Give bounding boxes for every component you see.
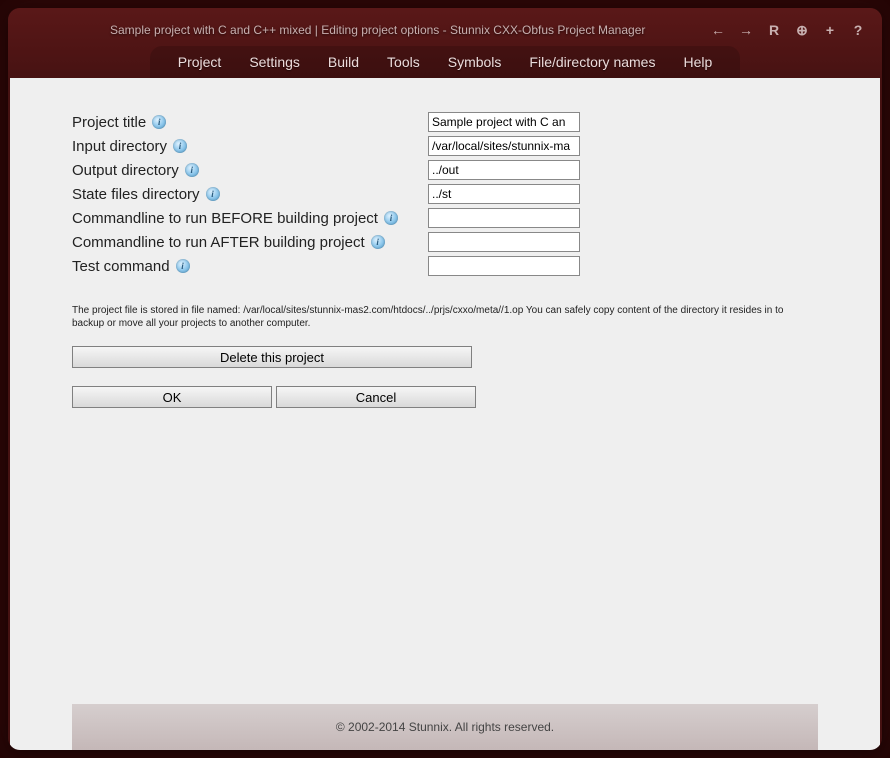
ok-button[interactable]: OK xyxy=(72,386,272,408)
input-directory-field[interactable] xyxy=(428,136,580,156)
footer-text: © 2002-2014 Stunnix. All rights reserved… xyxy=(336,720,554,734)
info-icon[interactable]: i xyxy=(176,259,190,273)
project-file-note: The project file is stored in file named… xyxy=(72,304,812,330)
label-state-files-directory: State files directory xyxy=(72,186,200,203)
reload-icon[interactable]: R xyxy=(766,22,782,38)
app-backdrop: Sample project with C and C++ mixed | Ed… xyxy=(0,0,890,758)
menu-symbols[interactable]: Symbols xyxy=(444,52,506,72)
label-input-directory: Input directory xyxy=(72,138,167,155)
label-project-title: Project title xyxy=(72,114,146,131)
footer: © 2002-2014 Stunnix. All rights reserved… xyxy=(72,704,818,750)
menu-build[interactable]: Build xyxy=(324,52,363,72)
info-icon[interactable]: i xyxy=(206,187,220,201)
page-title: Sample project with C and C++ mixed | Ed… xyxy=(110,23,645,37)
label-test-command: Test command xyxy=(72,258,170,275)
back-icon[interactable]: ← xyxy=(710,22,726,38)
menubar: Project Settings Build Tools Symbols Fil… xyxy=(150,46,741,78)
form: Project title i Input directory i Output… xyxy=(72,110,818,278)
label-output-directory: Output directory xyxy=(72,162,179,179)
label-cmd-before: Commandline to run BEFORE building proje… xyxy=(72,210,378,227)
forward-icon[interactable]: → xyxy=(738,22,754,38)
header: Sample project with C and C++ mixed | Ed… xyxy=(8,8,882,78)
label-cmd-after: Commandline to run AFTER building projec… xyxy=(72,234,365,251)
info-icon[interactable]: i xyxy=(185,163,199,177)
menu-settings[interactable]: Settings xyxy=(245,52,304,72)
content: Project title i Input directory i Output… xyxy=(10,78,880,750)
plus-icon[interactable]: + xyxy=(822,22,838,38)
cancel-button[interactable]: Cancel xyxy=(276,386,476,408)
menu-project[interactable]: Project xyxy=(174,52,226,72)
test-command-field[interactable] xyxy=(428,256,580,276)
help-icon[interactable]: ? xyxy=(850,22,866,38)
menu-help[interactable]: Help xyxy=(679,52,716,72)
cmd-before-field[interactable] xyxy=(428,208,580,228)
menu-file-directory-names[interactable]: File/directory names xyxy=(525,52,659,72)
info-icon[interactable]: i xyxy=(152,115,166,129)
state-files-directory-field[interactable] xyxy=(428,184,580,204)
circle-plus-icon[interactable]: ⊕ xyxy=(794,22,810,38)
delete-project-button[interactable]: Delete this project xyxy=(72,346,472,368)
menu-tools[interactable]: Tools xyxy=(383,52,424,72)
project-title-field[interactable] xyxy=(428,112,580,132)
info-icon[interactable]: i xyxy=(384,211,398,225)
app-window: Sample project with C and C++ mixed | Ed… xyxy=(8,8,882,750)
info-icon[interactable]: i xyxy=(371,235,385,249)
cmd-after-field[interactable] xyxy=(428,232,580,252)
header-icons: ← → R ⊕ + ? xyxy=(710,22,870,38)
info-icon[interactable]: i xyxy=(173,139,187,153)
output-directory-field[interactable] xyxy=(428,160,580,180)
